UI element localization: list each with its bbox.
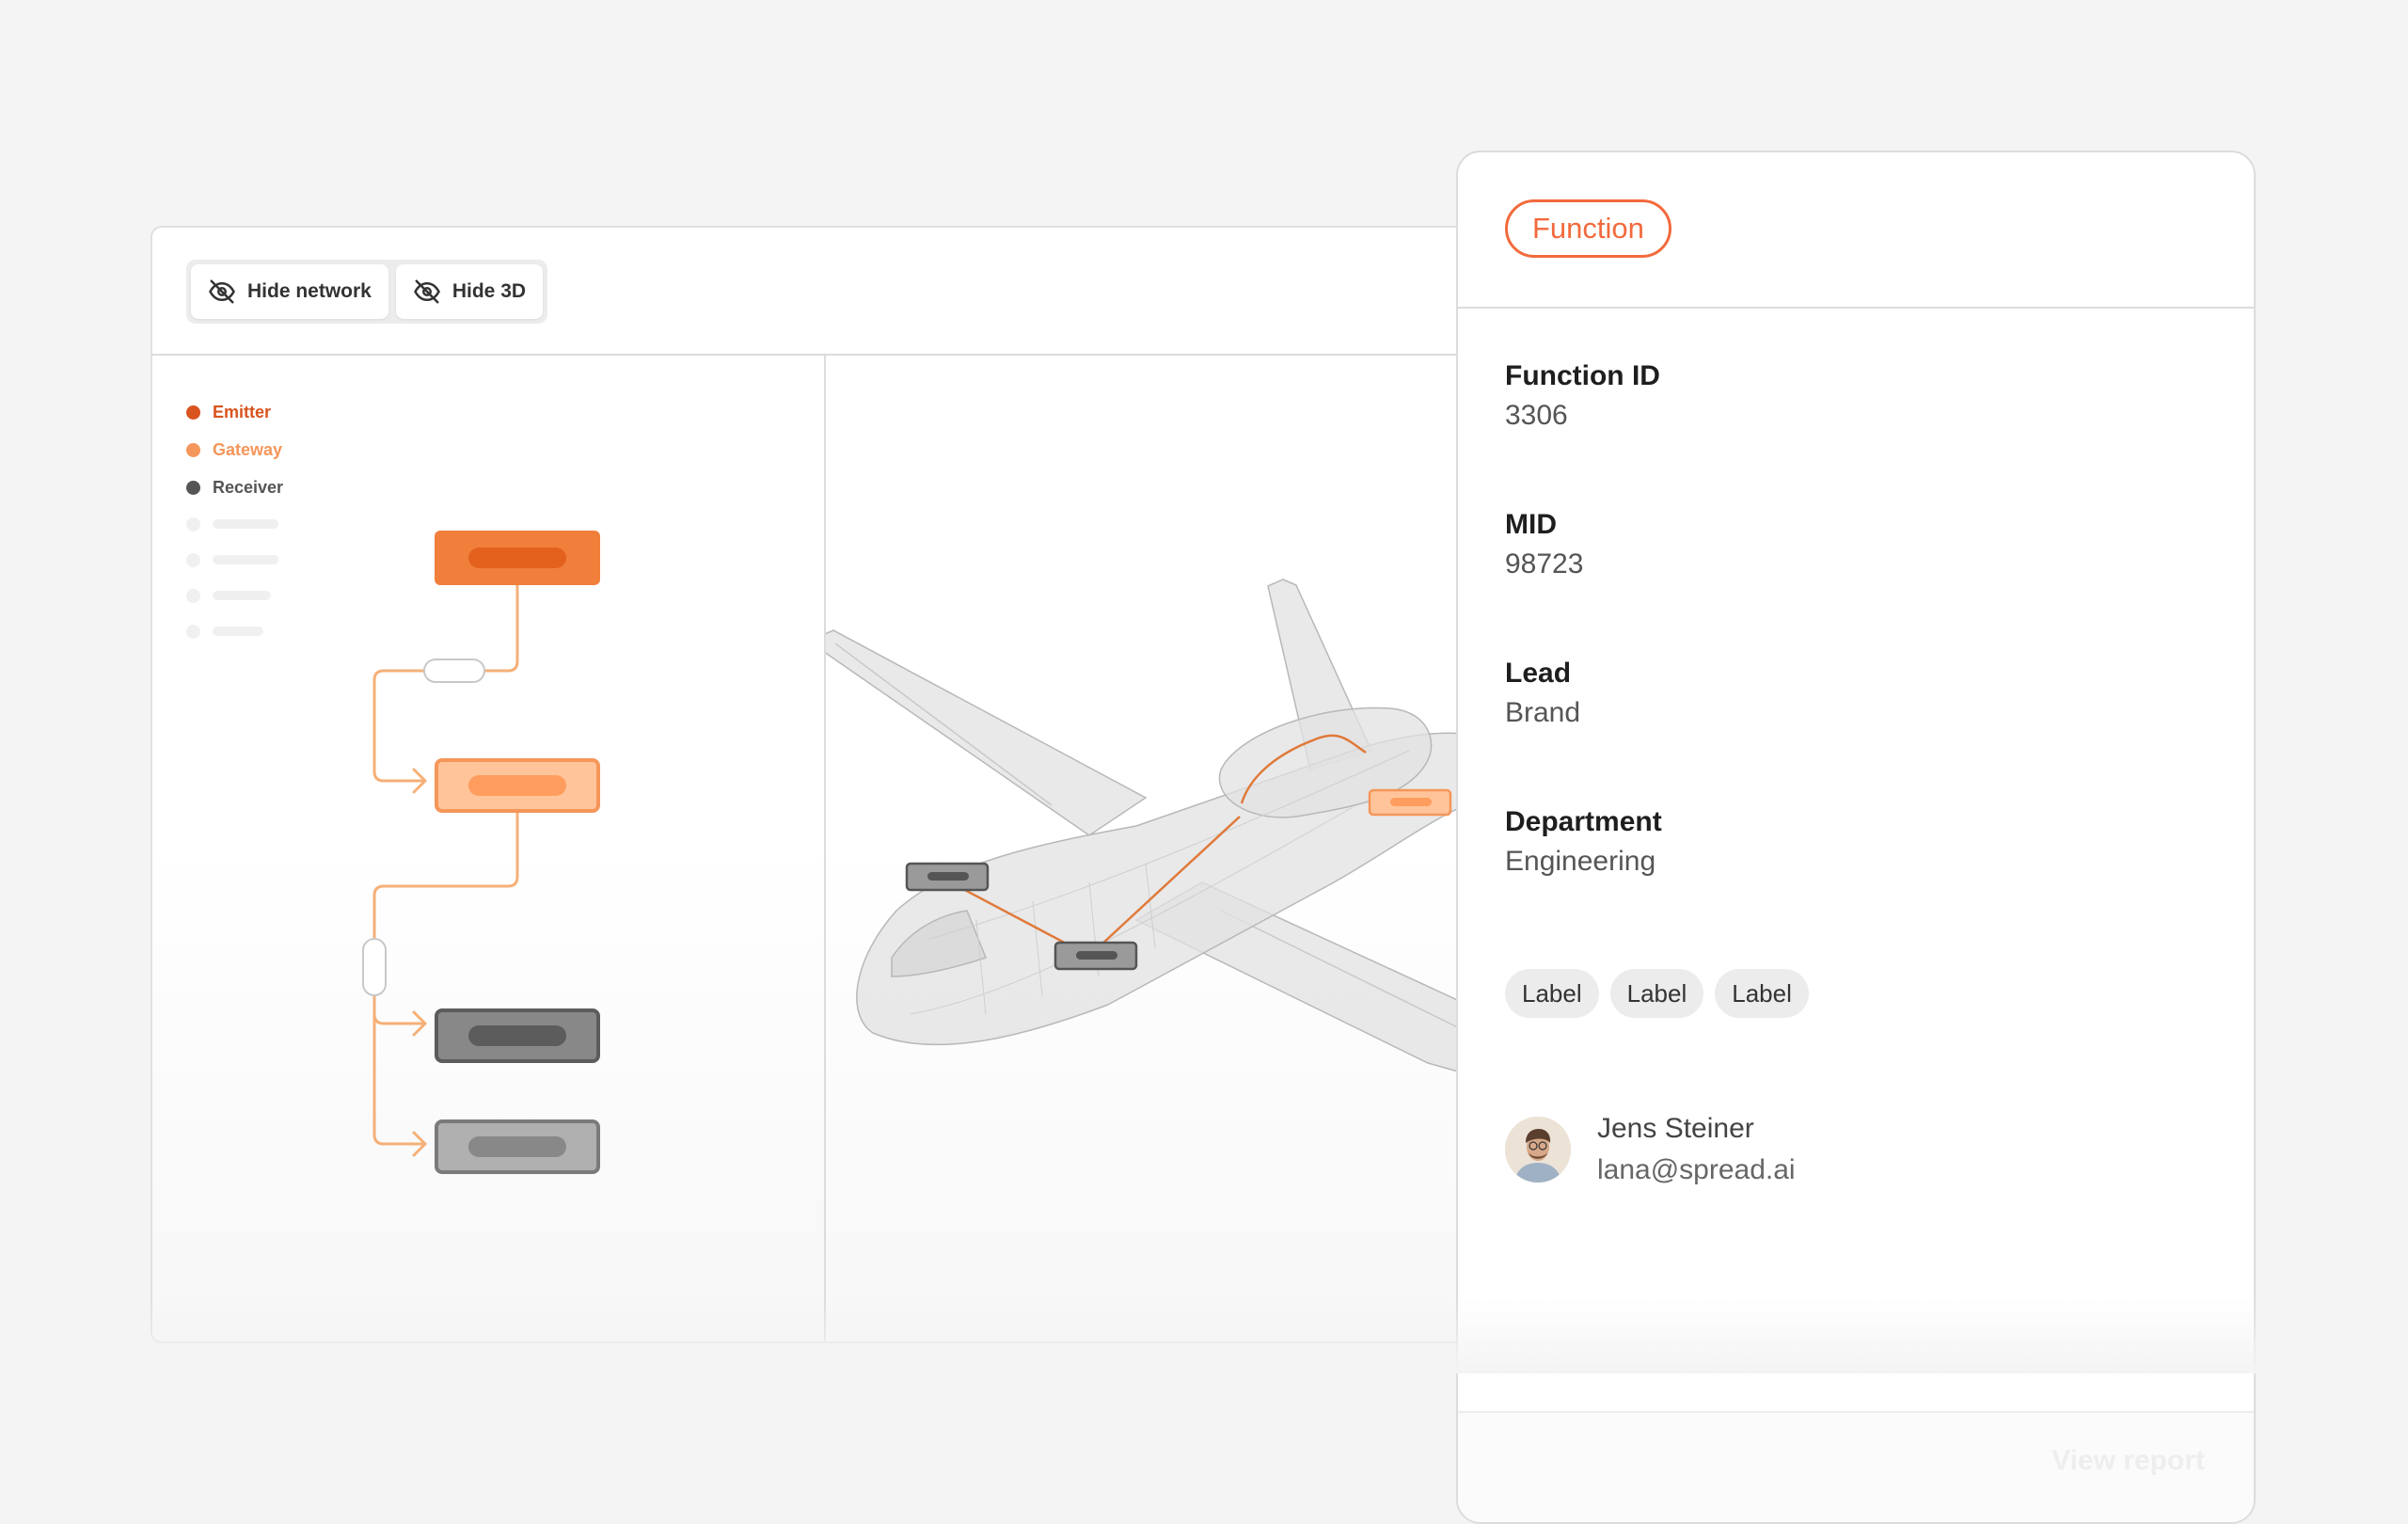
label-chip[interactable]: Label: [1505, 969, 1599, 1018]
field-value: 3306: [1505, 400, 1568, 431]
3d-view-pane[interactable]: [814, 356, 1486, 1343]
field-label: MID: [1505, 509, 1557, 540]
main-window: Hide network Hide 3D Emitter Gateway Rec…: [150, 226, 1486, 1343]
user-email[interactable]: lana@spread.ai: [1597, 1150, 1796, 1191]
eye-slash-icon: [413, 279, 440, 304]
hide-3d-button[interactable]: Hide 3D: [395, 264, 544, 319]
field-mid: MID 98723: [1505, 506, 1583, 585]
toolbar: Hide network Hide 3D: [152, 228, 1484, 356]
view-toggle-group: Hide network Hide 3D: [186, 260, 548, 324]
field-label: Function ID: [1505, 360, 1660, 391]
gateway-node[interactable]: [435, 758, 600, 813]
user-name: Jens Steiner: [1597, 1113, 1754, 1144]
aircraft-model[interactable]: [814, 356, 1486, 1343]
field-label: Department: [1505, 806, 1662, 837]
network-diagram: [362, 531, 600, 1174]
function-type-badge: Function: [1505, 199, 1671, 258]
receiver-node[interactable]: [435, 1119, 600, 1174]
field-value: 98723: [1505, 548, 1584, 579]
avatar: [1505, 1117, 1571, 1183]
field-value: Brand: [1505, 697, 1581, 728]
field-lead: Lead Brand: [1505, 655, 1580, 734]
user-card[interactable]: Jens Steiner lana@spread.ai: [1505, 1108, 1796, 1191]
receiver-marker[interactable]: [905, 862, 990, 892]
hide-network-button[interactable]: Hide network: [191, 264, 388, 319]
hide-network-label: Hide network: [247, 280, 372, 302]
panel-footer: View report: [1458, 1411, 2254, 1522]
receiver-marker[interactable]: [1054, 941, 1138, 971]
panel-header: Function: [1458, 152, 2254, 309]
gateway-marker[interactable]: [1368, 788, 1452, 817]
field-value: Engineering: [1505, 846, 1656, 877]
network-pane: Emitter Gateway Receiver: [152, 356, 826, 1341]
hide-3d-label: Hide 3D: [452, 280, 527, 302]
bottom-fade: [0, 1298, 2408, 1373]
junction-node[interactable]: [362, 938, 387, 996]
emitter-node[interactable]: [435, 531, 600, 585]
label-chips: Label Label Label: [1505, 969, 1809, 1018]
receiver-node[interactable]: [435, 1008, 600, 1063]
wing-left: [814, 629, 1148, 836]
label-chip[interactable]: Label: [1715, 969, 1809, 1018]
field-label: Lead: [1505, 658, 1572, 689]
eye-slash-icon: [209, 279, 235, 304]
view-report-button[interactable]: View report: [2052, 1445, 2205, 1477]
label-chip[interactable]: Label: [1609, 969, 1704, 1018]
field-department: Department Engineering: [1505, 803, 1662, 882]
field-function-id: Function ID 3306: [1505, 357, 1660, 437]
junction-node[interactable]: [423, 659, 485, 683]
